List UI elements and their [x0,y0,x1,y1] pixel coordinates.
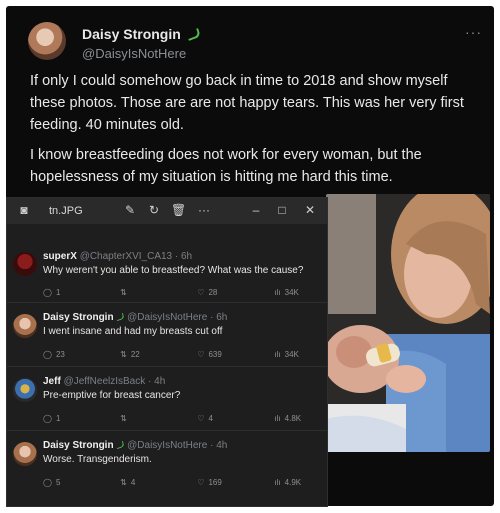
heart-icon: ♡ [197,414,205,423]
reply-author-name[interactable]: superX [43,251,77,262]
views-icon: ılı [274,350,281,359]
author-name[interactable]: Daisy Strongin [82,26,201,42]
views-icon: ılı [274,288,281,297]
reply-button[interactable]: ◯ 1 [43,288,120,297]
more-icon[interactable]: ··· [197,203,211,217]
photos-app-icon: ◙ [20,203,28,217]
reply-avatar[interactable] [13,442,37,466]
author-name-text: Daisy Strongin [82,26,181,42]
window-filename: tn.JPG [49,205,83,217]
reply-button[interactable]: ◯ 23 [43,350,120,359]
tweet-paragraph-1: If only I could somehow go back in time … [30,73,464,133]
like-button[interactable]: ♡ 28 [197,288,274,297]
reply-handle[interactable]: @ChapterXVI_CA13 · 6h [80,251,192,262]
reply-author-name[interactable]: Daisy Strongin [43,440,114,451]
comment-icon: ◯ [43,414,52,423]
comment-icon: ◯ [43,350,52,359]
heart-icon: ♡ [197,288,205,297]
like-button[interactable]: ♡ 4 [197,414,274,423]
views-button[interactable]: ılı 34K [274,350,313,359]
retweet-icon: ⇅ [120,288,127,297]
tweet-paragraph-2: I know breastfeeding does not work for e… [30,147,422,185]
maximize-icon[interactable]: □ [275,203,289,217]
reply-button[interactable]: ◯ 5 [43,478,120,487]
reply-handle[interactable]: @DaisyIsNotHere · 6h [127,312,227,323]
views-button[interactable]: ılı 4.9K [274,478,313,487]
views-button[interactable]: ılı 34K [274,288,313,297]
heart-icon: ♡ [197,478,205,487]
photo-mother-feeding-newborn [326,194,490,452]
reply-author-name[interactable]: Daisy Strongin [43,312,114,323]
views-button[interactable]: ılı 4.8K [274,414,313,423]
delete-icon[interactable]: 🗑 [171,203,186,217]
reply-handle[interactable]: @DaisyIsNotHere · 4h [127,440,227,451]
more-options-icon[interactable]: ··· [465,24,482,40]
comment-icon: ◯ [43,478,52,487]
tweet-photo[interactable] [326,194,490,452]
verified-icon [115,440,126,450]
minimize-icon[interactable]: – [249,203,263,217]
reply-avatar[interactable] [13,314,37,338]
reply-text: I went insane and had my breasts cut off [43,326,223,337]
author-handle[interactable]: @DaisyIsNotHere [82,46,186,61]
verified-icon [185,27,201,41]
reply-avatar[interactable] [13,378,37,402]
reply-text: Pre-emptive for breast cancer? [43,390,181,401]
window-titlebar[interactable]: ◙ tn.JPG ✎ ↻ 🗑 ··· – □ ✕ [7,198,327,224]
like-button[interactable]: ♡ 169 [197,478,274,487]
close-icon[interactable]: ✕ [303,203,317,217]
retweet-button[interactable]: ⇅ [120,288,197,297]
retweet-icon: ⇅ [120,414,127,423]
reply-actions: ◯ 5 ⇅ 4 ♡ 169 ılı 4.9K [43,478,313,487]
reply-actions: ◯ 1 ⇅ ♡ 4 ılı 4.8K [43,414,313,423]
reply-avatar[interactable] [13,252,37,276]
rotate-icon[interactable]: ↻ [147,203,161,217]
author-avatar[interactable] [28,22,66,60]
reply-text: Why weren't you able to breastfeed? What… [43,265,304,276]
reply-header: Daisy Strongin @DaisyIsNotHere · 6h [43,312,227,323]
retweet-button[interactable]: ⇅ 22 [120,350,197,359]
reply-handle[interactable]: @JeffNeelzIsBack · 4h [64,376,166,387]
heart-icon: ♡ [197,350,205,359]
reply-header: superX @ChapterXVI_CA13 · 6h [43,251,192,262]
retweet-icon: ⇅ [120,350,127,359]
retweet-icon: ⇅ [120,478,127,487]
views-icon: ılı [274,414,281,423]
reply-actions: ◯ 1 ⇅ ♡ 28 ılı 34K [43,288,313,297]
edit-icon[interactable]: ✎ [123,203,137,217]
retweet-button[interactable]: ⇅ [120,414,197,423]
reply-actions: ◯ 23 ⇅ 22 ♡ 639 ılı 34K [43,350,313,359]
reply-item[interactable]: superX @ChapterXVI_CA13 · 6h Why weren't… [7,224,327,294]
comment-icon: ◯ [43,288,52,297]
reply-header: Jeff @JeffNeelzIsBack · 4h [43,376,165,387]
retweet-button[interactable]: ⇅ 4 [120,478,197,487]
reply-button[interactable]: ◯ 1 [43,414,120,423]
like-button[interactable]: ♡ 639 [197,350,274,359]
verified-icon [115,312,126,322]
views-icon: ılı [274,478,281,487]
reply-author-name[interactable]: Jeff [43,376,61,387]
image-viewer-window: ◙ tn.JPG ✎ ↻ 🗑 ··· – □ ✕ superX @Chapter… [6,197,328,507]
reply-header: Daisy Strongin @DaisyIsNotHere · 4h [43,440,227,451]
reply-text: Worse. Transgenderism. [43,454,152,465]
